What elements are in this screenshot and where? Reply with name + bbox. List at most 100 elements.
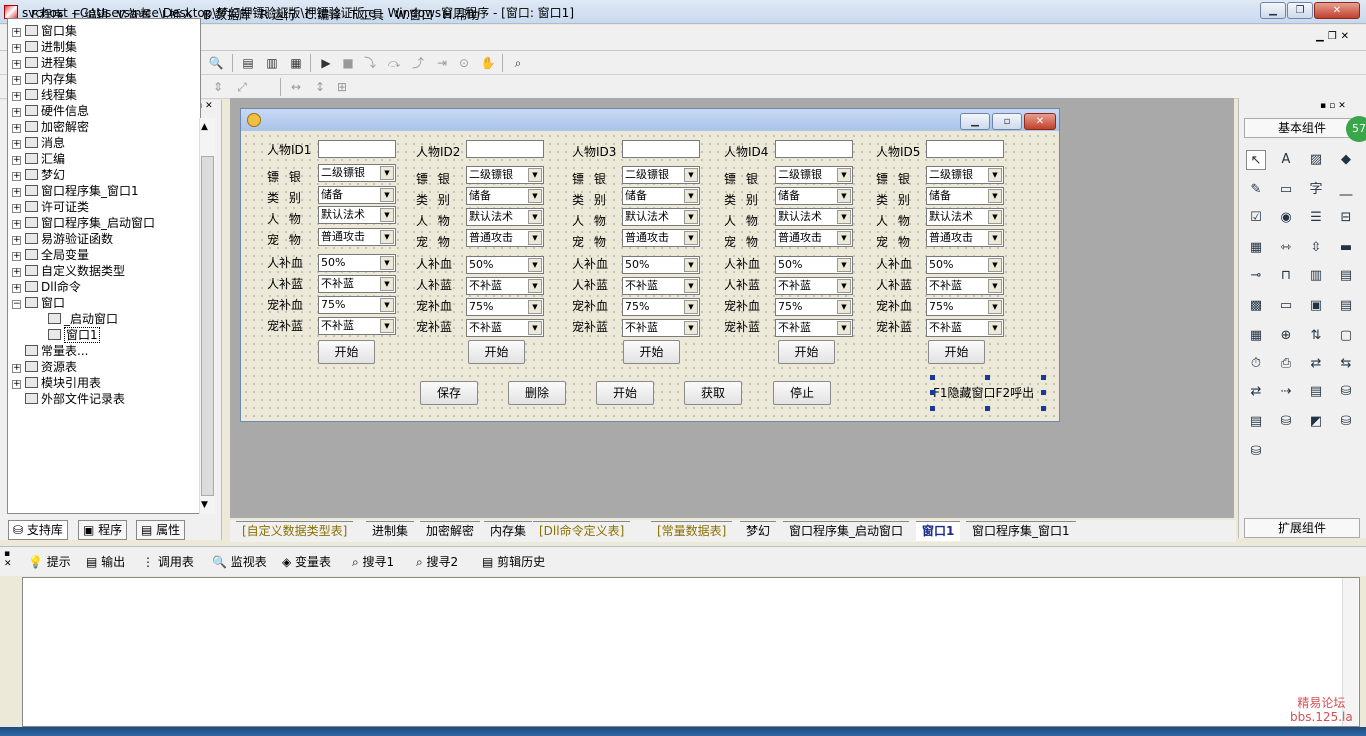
start-button[interactable]: 开始: [318, 340, 375, 364]
delete-button[interactable]: 删除: [508, 381, 566, 405]
layout-3-icon[interactable]: ▦: [288, 55, 304, 71]
tree-item[interactable]: + 自定义数据类型: [12, 263, 125, 279]
tree-item[interactable]: + 模块引用表: [12, 375, 101, 391]
tree-item[interactable]: + 易游验证函数: [12, 231, 113, 247]
find-icon[interactable]: 🔍: [208, 55, 224, 71]
tab-output[interactable]: ▤ 输出: [86, 553, 125, 571]
tree-child-item[interactable]: _启动窗口: [48, 311, 118, 327]
start-button[interactable]: 开始: [928, 340, 985, 364]
tab-program[interactable]: ▣ 程序: [78, 520, 128, 540]
server-icon[interactable]: ⇆: [1336, 354, 1356, 374]
scroll-down-icon[interactable]: ▼: [201, 500, 208, 510]
tab-startup-window-class[interactable]: 窗口程序集_启动窗口: [783, 521, 910, 541]
category-select[interactable]: 储备 ▼: [926, 187, 1004, 205]
pet-hp-select[interactable]: 75% ▼: [622, 298, 700, 316]
form-maximize-button[interactable]: ▫: [992, 113, 1022, 130]
pet-mp-select[interactable]: 不补蓝 ▼: [466, 319, 544, 337]
menu-compile[interactable]: C.编译: [305, 6, 341, 23]
pet-mp-select[interactable]: 不补蓝 ▼: [775, 319, 853, 337]
mp-select[interactable]: 不补蓝 ▼: [926, 277, 1004, 295]
combo-box-icon[interactable]: ⊟: [1336, 208, 1356, 228]
same-height-icon[interactable]: ⇕: [210, 79, 226, 95]
hp-select[interactable]: 50% ▼: [466, 256, 544, 274]
line-icon[interactable]: ⎽: [1336, 180, 1356, 200]
hp-select[interactable]: 50% ▼: [926, 256, 1004, 274]
pet-hp-select[interactable]: 75% ▼: [775, 298, 853, 316]
tab-call-stack[interactable]: ⋮ 调用表: [142, 553, 194, 571]
silver-select[interactable]: 二级镖银 ▼: [466, 166, 544, 184]
same-size-icon[interactable]: ⤢: [234, 79, 250, 95]
category-select[interactable]: 储备 ▼: [622, 187, 700, 205]
space-horizontal-icon[interactable]: ↔: [288, 79, 304, 95]
binoculars-icon[interactable]: ⌕: [510, 55, 526, 71]
folder-box-icon[interactable]: ▤: [1336, 296, 1356, 316]
run-to-cursor-icon[interactable]: ⇥: [434, 55, 450, 71]
adjuster-icon[interactable]: ⇅: [1306, 326, 1326, 346]
calendar-icon[interactable]: ▩: [1246, 296, 1266, 316]
tree-item[interactable]: + 全局变量: [12, 247, 89, 263]
breakpoint-icon[interactable]: ⊙: [456, 55, 472, 71]
minimize-button[interactable]: ▁: [1260, 2, 1286, 19]
mp-select[interactable]: 不补蓝 ▼: [775, 277, 853, 295]
status-bar-icon[interactable]: ▤: [1336, 266, 1356, 286]
slider-icon[interactable]: ⊸: [1246, 266, 1266, 286]
tab-search2[interactable]: ⌕ 搜寻2: [416, 553, 458, 571]
tree-item[interactable]: + 消息: [12, 135, 65, 151]
odbc-source-icon[interactable]: ⛁: [1246, 442, 1266, 462]
id-input[interactable]: [622, 140, 700, 158]
tree-item[interactable]: + 线程集: [12, 87, 77, 103]
start-button[interactable]: 开始: [778, 340, 835, 364]
space-vertical-icon[interactable]: ↕: [312, 79, 328, 95]
tab-variables[interactable]: ◈ 变量表: [282, 553, 331, 571]
menu-database[interactable]: B.数据库: [203, 6, 251, 23]
grid-box-icon[interactable]: ▦: [1246, 238, 1266, 258]
tab-constants[interactable]: [常量数据表]: [651, 521, 733, 541]
selection-handle[interactable]: [930, 375, 935, 380]
checkbox-icon[interactable]: ☑: [1246, 208, 1266, 228]
panel-controls-icon[interactable]: ▪▫✕: [1320, 101, 1349, 111]
tab-window1[interactable]: 窗口1: [916, 521, 961, 541]
tab-base-conversion[interactable]: 进制集: [366, 521, 415, 541]
selection-handle[interactable]: [1041, 375, 1046, 380]
selection-handle[interactable]: [985, 375, 990, 380]
tab-support-library[interactable]: ⛁ 支持库: [8, 520, 68, 540]
hp-select[interactable]: 50% ▼: [775, 256, 853, 274]
tab-memory[interactable]: 内存集: [484, 521, 533, 541]
id-input[interactable]: [318, 140, 396, 158]
chart-icon[interactable]: ◩: [1306, 412, 1326, 432]
hp-select[interactable]: 50% ▼: [622, 256, 700, 274]
picture-icon[interactable]: ▨: [1306, 150, 1326, 170]
data-source-icon[interactable]: ⛁: [1336, 382, 1356, 402]
selection-handle[interactable]: [930, 406, 935, 411]
selection-handle[interactable]: [985, 406, 990, 411]
category-select[interactable]: 储备 ▼: [466, 187, 544, 205]
tab-tips[interactable]: 💡 提示: [28, 553, 71, 571]
tab-watch[interactable]: 🔍 监视表: [212, 553, 267, 571]
mdi-controls-icon[interactable]: ▁❐✕: [1316, 31, 1353, 42]
label-icon[interactable]: A: [1276, 150, 1296, 170]
text-icon[interactable]: 字: [1306, 180, 1326, 200]
panel-controls-icon[interactable]: ▪✕: [4, 549, 12, 569]
pointer-icon[interactable]: ↖: [1246, 150, 1266, 170]
output-area[interactable]: [22, 577, 1360, 727]
pet-mp-select[interactable]: 不补蓝 ▼: [622, 319, 700, 337]
client-icon[interactable]: ⇄: [1246, 382, 1266, 402]
selection-handle[interactable]: [1041, 406, 1046, 411]
pet-mp-select[interactable]: 不补蓝 ▼: [926, 319, 1004, 337]
id-input[interactable]: [466, 140, 544, 158]
hotkey-hint-label[interactable]: F1隐藏窗口F2呼出: [933, 386, 1034, 400]
fetch-button[interactable]: 获取: [684, 381, 742, 405]
silver-select[interactable]: 二级镖银 ▼: [926, 166, 1004, 184]
menu-tools[interactable]: T.工具: [350, 6, 384, 23]
menu-window[interactable]: W.窗口: [395, 6, 433, 23]
start-button[interactable]: 开始: [623, 340, 680, 364]
menu-help[interactable]: H.帮助: [443, 6, 480, 23]
pet-mp-select[interactable]: 不补蓝 ▼: [318, 317, 396, 335]
start-all-button[interactable]: 开始: [596, 381, 654, 405]
silver-select[interactable]: 二级镖银 ▼: [622, 166, 700, 184]
tab-properties[interactable]: ▤ 属性: [136, 520, 186, 540]
tab-clip-history[interactable]: ▤ 剪辑历史: [482, 553, 545, 571]
person-select[interactable]: 默认法术 ▼: [318, 206, 396, 224]
stop-button[interactable]: 停止: [773, 381, 831, 405]
stop-icon[interactable]: ■: [340, 55, 356, 71]
